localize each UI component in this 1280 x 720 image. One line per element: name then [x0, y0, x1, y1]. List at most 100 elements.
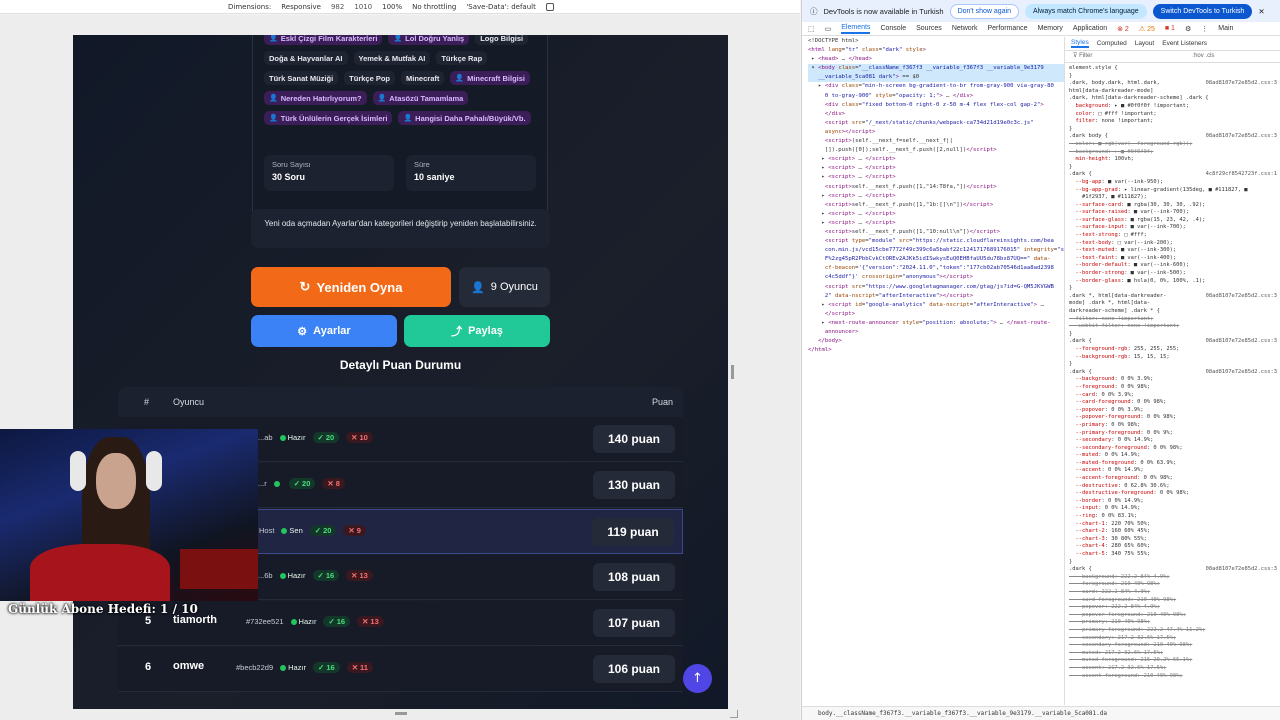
rule-line[interactable]: --border-strong: ■ var(--ink-500); [1069, 270, 1277, 278]
dom-line[interactable]: announcer> [808, 328, 1064, 337]
rule-line[interactable]: --card: 0 0% 3.9%; [1069, 392, 1277, 400]
save-data-select[interactable]: 'Save-Data': default [466, 3, 535, 11]
rule-line[interactable]: html[data-darkreader-mode] [1069, 88, 1277, 96]
dom-line[interactable]: <script src="https://www.googletagmanage… [808, 283, 1064, 292]
breadcrumb-path[interactable]: body.__className_f367f3.__variable_f367f… [818, 710, 1107, 717]
dom-line[interactable]: <script>self.__next_f.push([1,"10:null\n… [808, 228, 1064, 237]
resize-handle-right[interactable] [731, 365, 734, 379]
device-select[interactable]: Responsive [281, 3, 321, 11]
rule-line[interactable]: --secondary: 0 0% 14.9%; [1069, 437, 1277, 445]
rule-line[interactable]: .dark { 08ad8107e72e85d2.css:3 [1069, 338, 1277, 346]
rule-line[interactable]: background: ▸ ■ #0f0f0f; [1069, 149, 1277, 157]
throttle-select[interactable]: No throttling [412, 3, 456, 11]
dom-line[interactable]: async></script> [808, 128, 1064, 137]
dom-line[interactable]: <div class="fixed bottom-0 right-0 z-50 … [808, 101, 1064, 110]
dom-line[interactable]: ▸ <head> … </head> [808, 55, 1064, 64]
rule-line[interactable]: --primary-foreground: 222.2 47.4% 11.2%; [1069, 627, 1277, 635]
rule-line[interactable]: --chart-5: 340 75% 55%; [1069, 551, 1277, 559]
resize-corner-handle[interactable] [730, 710, 738, 718]
rule-line[interactable]: --chart-4: 280 65% 60%; [1069, 543, 1277, 551]
rule-line[interactable]: -webkit-filter: none !important; [1069, 323, 1277, 331]
rotate-icon[interactable] [545, 2, 554, 11]
tab-computed[interactable]: Computed [1097, 40, 1127, 48]
dom-line[interactable]: cf-beacon='{"version":"2024.11.0","token… [808, 264, 1064, 273]
height-input[interactable]: 1010 [354, 3, 372, 11]
device-icon[interactable]: ▭ [825, 25, 832, 33]
dont-show-button[interactable]: Don't show again [949, 3, 1020, 19]
dom-line[interactable]: <script>(self.__next_f=self.__next_f|| [808, 137, 1064, 146]
share-button[interactable]: ⤴ Paylaş [404, 315, 550, 347]
rule-line[interactable]: --card-foreground: 0 0% 98%; [1069, 399, 1277, 407]
switch-language-button[interactable]: Switch DevTools to Turkish [1152, 3, 1253, 19]
dom-line[interactable]: ▸ <script> … </script> [808, 155, 1064, 164]
rule-line[interactable]: --primary-foreground: 0 0% 9%; [1069, 430, 1277, 438]
rule-line[interactable]: --destructive: 0 62.8% 30.6%; [1069, 483, 1277, 491]
dom-line-selected-cont[interactable]: __variable_5ca081 dark"> == $0 [808, 73, 1064, 83]
gear-icon[interactable]: ⚙ [1185, 25, 1191, 33]
rule-line[interactable]: mode] .dark *, html[data- [1069, 300, 1277, 308]
rule-line[interactable]: --foreground: 210 40% 98%; [1069, 581, 1277, 589]
dom-line[interactable]: ▸ <script id="google-analytics" data-nsc… [808, 301, 1064, 310]
rule-line[interactable]: --surface-input: ■ var(--ink-700); [1069, 224, 1277, 232]
rule-line[interactable]: --foreground-rgb: 255, 255, 255; [1069, 346, 1277, 354]
rule-line[interactable]: --background: 222.2 84% 4.9%; [1069, 574, 1277, 582]
rule-line[interactable]: --text-body: □ var(--ink-200); [1069, 240, 1277, 248]
dom-line[interactable]: ▸ <script> … </script> [808, 173, 1064, 182]
rule-line[interactable]: --popover-foreground: 0 0% 98%; [1069, 414, 1277, 422]
rule-line[interactable]: #1f2937, ■ #111827); [1069, 194, 1277, 202]
rule-line[interactable]: --text-muted: ■ var(--ink-300); [1069, 247, 1277, 255]
dom-line-selected[interactable]: ▾ <body class="__className_f367f3 __vari… [808, 64, 1064, 74]
rule-line[interactable]: --accent: 217.2 32.6% 17.5%; [1069, 665, 1277, 673]
dom-line[interactable]: 2" data-nscript="afterInteractive"></scr… [808, 292, 1064, 301]
dom-line[interactable]: <!DOCTYPE html> [808, 37, 1064, 46]
rule-line[interactable]: .dark { 08ad8107e72e85d2.css:3 [1069, 369, 1277, 377]
rule-line[interactable]: --surface-raised: ■ var(--ink-700); [1069, 209, 1277, 217]
dom-line[interactable]: ▸ <script> … </script> [808, 192, 1064, 201]
scroll-top-button[interactable]: ↑ [683, 664, 712, 693]
dom-line[interactable]: ▸ <script> … </script> [808, 164, 1064, 173]
tab-sources[interactable]: Sources [916, 25, 942, 32]
tab-network[interactable]: Network [952, 25, 978, 32]
players-button[interactable]: 👤 9 Oyuncu [459, 267, 550, 307]
dom-line[interactable]: c4c5ddf"}' crossorigin="anonymous"></scr… [808, 273, 1064, 282]
tab-elements[interactable]: Elements [841, 24, 871, 34]
match-language-button[interactable]: Always match Chrome's language [1025, 3, 1147, 19]
rule-line[interactable]: } [1069, 361, 1277, 369]
dom-line[interactable]: </script> [808, 310, 1064, 319]
rule-line[interactable]: --ring: 0 0% 83.1%; [1069, 513, 1277, 521]
rule-line[interactable]: filter: none !important; [1069, 118, 1277, 126]
rule-line[interactable]: --bg-app: ■ var(--ink-950); [1069, 179, 1277, 187]
error-count[interactable]: ⊗ 2 [1117, 25, 1129, 33]
rule-line[interactable]: --muted: 0 0% 14.9%; [1069, 452, 1277, 460]
rule-line[interactable]: --card-foreground: 210 40% 98%; [1069, 597, 1277, 605]
warning-count[interactable]: ⚠ 25 [1139, 25, 1155, 33]
rule-line[interactable]: } [1069, 126, 1277, 134]
zoom-select[interactable]: 100% [382, 3, 402, 11]
rule-line[interactable]: --destructive-foreground: 0 0% 98%; [1069, 490, 1277, 498]
rule-line[interactable]: --card: 222.2 84% 4.9%; [1069, 589, 1277, 597]
rule-line[interactable]: --bg-app-grad: ▸ linear-gradient(135deg,… [1069, 187, 1277, 195]
rule-line[interactable]: min-height: 100vh; [1069, 156, 1277, 164]
rule-line[interactable]: filter: none !important; [1069, 316, 1277, 324]
close-icon[interactable]: ✕ [1258, 7, 1264, 16]
dom-line[interactable]: <script>self.__next_f.push([1,"1b:[]\n"]… [808, 201, 1064, 210]
rule-line[interactable]: --chart-1: 220 70% 50%; [1069, 521, 1277, 529]
rule-line[interactable]: --text-faint: ■ var(--ink-400); [1069, 255, 1277, 263]
rule-line[interactable]: --border-default: ■ var(--ink-600); [1069, 262, 1277, 270]
rule-line[interactable]: --muted: 217.2 32.6% 17.5%; [1069, 650, 1277, 658]
rule-line[interactable]: } [1069, 331, 1277, 339]
rule-line[interactable]: --muted-foreground: 0 0% 63.9%; [1069, 460, 1277, 468]
tab-application[interactable]: Application [1073, 25, 1107, 32]
rule-line[interactable]: } [1069, 559, 1277, 567]
replay-button[interactable]: ↻ Yeniden Oyna [251, 267, 451, 307]
context-select[interactable]: Main [1218, 25, 1233, 32]
dom-line[interactable]: con.min.js/vcd15cbe7772f49c399c6a5babf22… [808, 246, 1064, 255]
rule-line[interactable]: color: ■ rgb(var(--foreground-rgb)); [1069, 141, 1277, 149]
rule-line[interactable]: --input: 0 0% 14.9%; [1069, 505, 1277, 513]
filter-hints[interactable]: :hov .cls [1192, 53, 1214, 61]
dom-line[interactable]: []).push([0]);self.__next_f.push([2,null… [808, 146, 1064, 155]
tab-styles[interactable]: Styles [1071, 39, 1089, 49]
dom-line[interactable]: ▸ <script> … </script> [808, 210, 1064, 219]
dom-line[interactable]: </html> [808, 346, 1064, 355]
rule-line[interactable]: --surface-glass: ■ rgba(15, 23, 42, .4); [1069, 217, 1277, 225]
